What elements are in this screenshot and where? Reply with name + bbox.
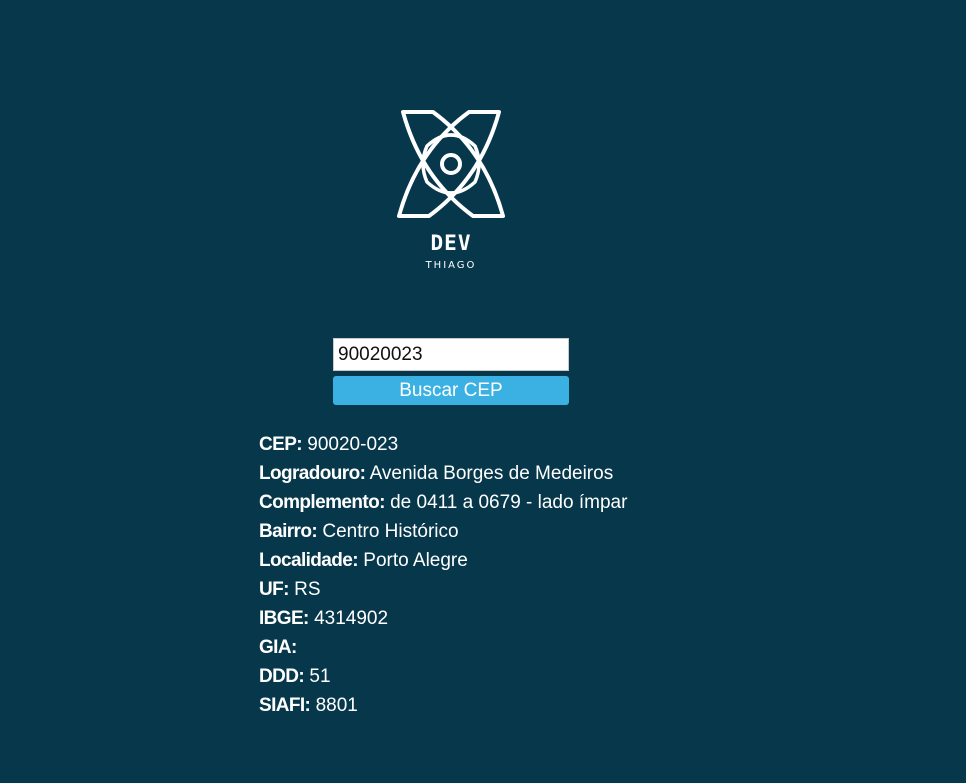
result-value: de 0411 a 0679 - lado ímpar xyxy=(390,492,628,513)
atom-eye-icon xyxy=(397,110,505,218)
cep-input[interactable] xyxy=(333,338,569,371)
result-label: CEP: xyxy=(259,434,303,455)
result-label: UF: xyxy=(259,579,289,600)
result-row-cep: CEP: 90020-023 xyxy=(259,430,627,459)
result-value: 90020-023 xyxy=(307,434,399,455)
result-value: RS xyxy=(294,579,321,600)
result-label: Localidade: xyxy=(259,550,359,571)
result-value: 4314902 xyxy=(314,608,389,629)
result-label: Bairro: xyxy=(259,521,318,542)
result-label: DDD: xyxy=(259,666,305,687)
brand-name: DEV xyxy=(430,231,472,255)
result-value: Avenida Borges de Medeiros xyxy=(369,463,614,484)
result-value: 8801 xyxy=(315,695,358,716)
result-row-bairro: Bairro: Centro Histórico xyxy=(259,517,627,546)
result-label: GIA: xyxy=(259,637,297,658)
result-row-logradouro: Logradouro: Avenida Borges de Medeiros xyxy=(259,459,627,488)
result-value: 51 xyxy=(309,666,331,687)
result-label: Complemento: xyxy=(259,492,385,513)
search-cep-button[interactable]: Buscar CEP xyxy=(333,376,569,405)
result-label: SIAFI: xyxy=(259,695,311,716)
result-row-gia: GIA: xyxy=(259,633,627,662)
result-value: Porto Alegre xyxy=(363,550,468,571)
result-row-ibge: IBGE: 4314902 xyxy=(259,604,627,633)
result-row-localidade: Localidade: Porto Alegre xyxy=(259,546,627,575)
result-row-uf: UF: RS xyxy=(259,575,627,604)
result-label: IBGE: xyxy=(259,608,309,629)
result-value: Centro Histórico xyxy=(322,521,459,542)
result-row-siafi: SIAFI: 8801 xyxy=(259,691,627,720)
brand-subtitle: THIAGO xyxy=(425,260,477,271)
result-row-ddd: DDD: 51 xyxy=(259,662,627,691)
result-label: Logradouro: xyxy=(259,463,366,484)
result-row-complemento: Complemento: de 0411 a 0679 - lado ímpar xyxy=(259,488,627,517)
address-result-list: CEP: 90020-023 Logradouro: Avenida Borge… xyxy=(259,430,627,720)
